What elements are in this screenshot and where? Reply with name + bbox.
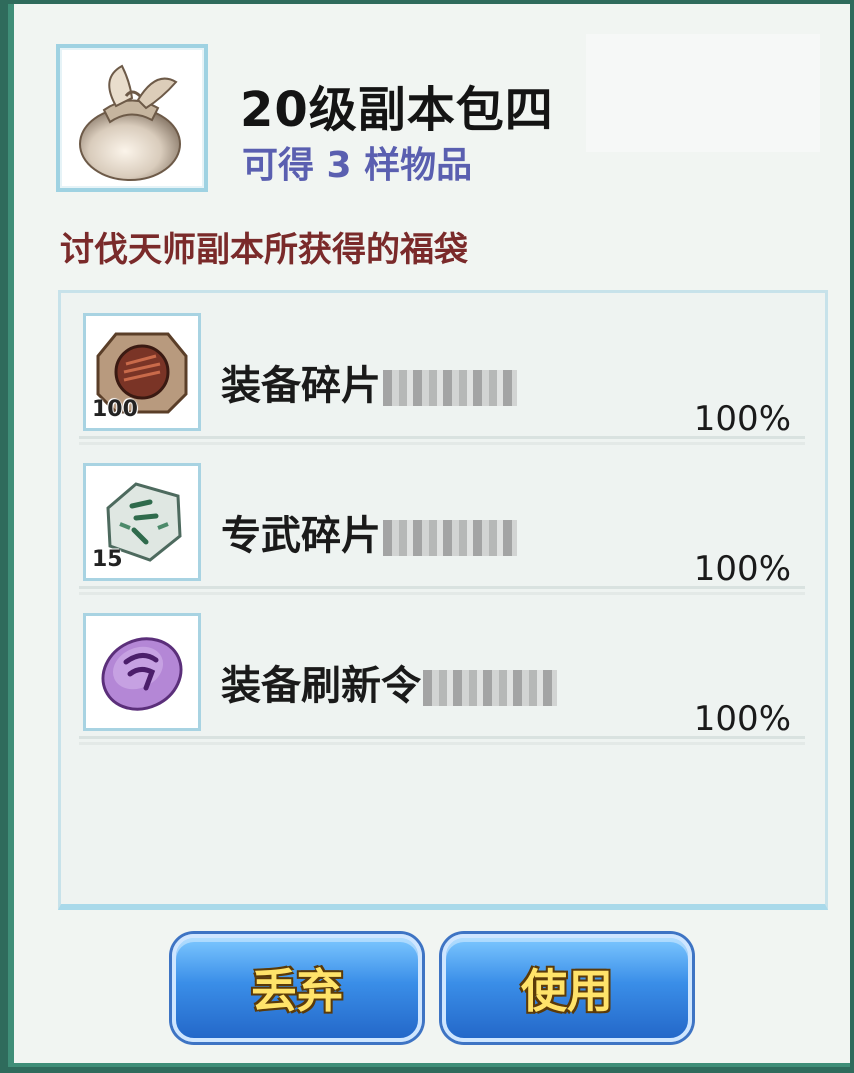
item-count: 100	[92, 397, 138, 422]
item-name: 专武碎片	[221, 503, 517, 561]
list-item[interactable]: 装备刷新令 100%	[79, 609, 805, 745]
item-name-text: 专武碎片	[221, 513, 381, 559]
item-name: 装备碎片	[221, 353, 517, 411]
item-name-text: 装备碎片	[221, 363, 381, 409]
list-item[interactable]: 100 装备碎片 100%	[79, 309, 805, 445]
item-description: 讨伐天师副本所获得的福袋	[60, 230, 468, 270]
item-name-text: 装备刷新令	[221, 663, 421, 709]
discard-button[interactable]: 丢弃	[172, 934, 422, 1042]
pixelated-text	[383, 370, 517, 406]
use-button[interactable]: 使用	[442, 934, 692, 1042]
item-slot	[83, 613, 201, 731]
blurred-region	[586, 34, 820, 152]
item-title: 20级副本包四	[240, 82, 554, 138]
item-count: 15	[92, 547, 123, 572]
item-name: 装备刷新令	[221, 653, 557, 711]
item-icon-frame	[56, 44, 208, 192]
item-slot: 100	[83, 313, 201, 431]
item-detail-panel: 20级副本包四 可得 3 样物品 讨伐天师副本所获得的福袋 100 装备碎片 1…	[8, 4, 850, 1067]
item-slot: 15	[83, 463, 201, 581]
item-subtitle: 可得 3 样物品	[242, 145, 473, 186]
cloth-bundle-icon	[79, 64, 181, 181]
pixelated-text	[383, 520, 517, 556]
refresh-token-icon	[101, 637, 183, 711]
drop-chance: 100%	[693, 399, 791, 439]
drop-chance: 100%	[693, 699, 791, 739]
list-item[interactable]: 15 专武碎片 100%	[79, 459, 805, 595]
pixelated-text	[423, 670, 557, 706]
reward-list: 100 装备碎片 100% 15 专武碎片 100% 装备刷新令 100%	[58, 290, 828, 910]
drop-chance: 100%	[693, 549, 791, 589]
